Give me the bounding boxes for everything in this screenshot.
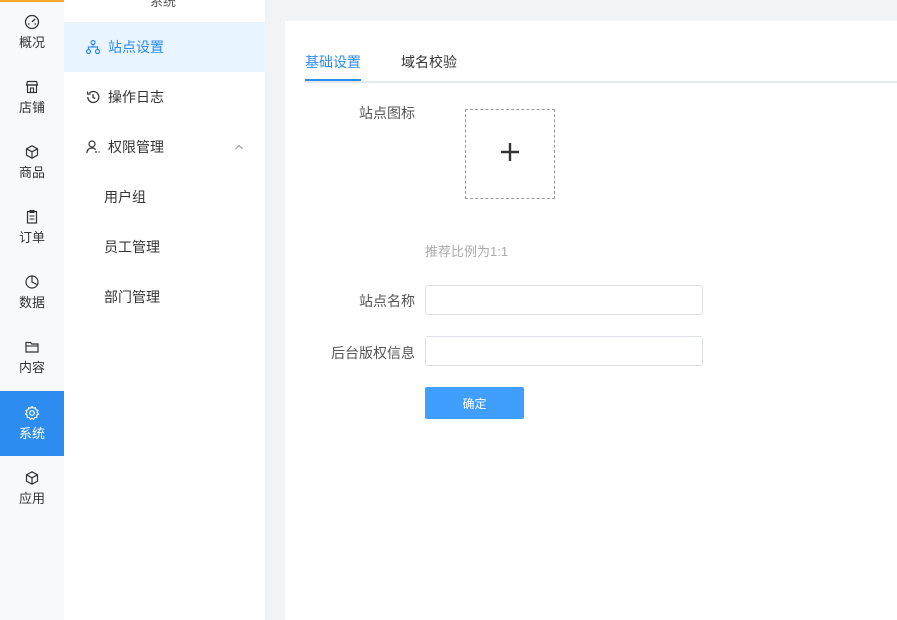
chevron-up-icon[interactable]: [233, 140, 245, 152]
nav-item-label: 内容: [18, 360, 45, 375]
site-icon-label: 站点图标: [359, 105, 415, 121]
tab-basic-settings[interactable]: 基础设置: [305, 52, 361, 81]
submenu-item-staff[interactable]: 员工管理: [64, 222, 265, 272]
active-tab-indicator: [305, 79, 361, 81]
copyright-label: 后台版权信息: [331, 345, 415, 361]
nav-item-orders[interactable]: 订单: [0, 195, 64, 260]
box-icon: [24, 144, 40, 160]
copyright-input[interactable]: [425, 336, 703, 366]
submenu-item-user-groups[interactable]: 用户组: [64, 172, 265, 222]
nav-item-products[interactable]: 商品: [0, 130, 64, 195]
nav-item-store[interactable]: 店铺: [0, 65, 64, 130]
menu-item-label: 权限管理: [108, 139, 164, 155]
nav-item-label: 商品: [18, 165, 45, 180]
nav-item-system[interactable]: 系统: [0, 391, 64, 456]
gear-icon: [24, 405, 40, 421]
user-icon: [85, 139, 101, 155]
nav-item-apps[interactable]: 应用: [0, 456, 64, 521]
settings-panel: 基础设置 域名校验 站点图标 推荐比例为1:1 站点名称 后台版权信息 确定: [285, 21, 897, 620]
primary-nav-rail: 概况 店铺 商品 订单 数据 内容 系统 应用: [0, 0, 64, 620]
submenu-item-label: 员工管理: [104, 239, 160, 255]
nav-item-label: 概况: [18, 35, 45, 50]
menu-item-operation-log[interactable]: 操作日志: [64, 72, 265, 122]
cube-icon: [24, 470, 40, 486]
nav-item-label: 系统: [18, 426, 45, 441]
nav-item-data[interactable]: 数据: [0, 260, 64, 325]
clipboard-icon: [24, 209, 40, 225]
submenu-item-label: 用户组: [104, 189, 146, 205]
menu-item-label: 操作日志: [108, 89, 164, 105]
plus-icon: [499, 141, 521, 168]
dashboard-icon: [24, 14, 40, 30]
menu-item-site-settings[interactable]: 站点设置: [64, 22, 265, 72]
submenu-item-departments[interactable]: 部门管理: [64, 272, 265, 322]
icon-ratio-hint: 推荐比例为1:1: [425, 244, 509, 259]
nav-item-label: 应用: [18, 491, 45, 506]
store-icon: [24, 79, 40, 95]
submenu-title: 系统: [150, 0, 177, 9]
nav-item-label: 订单: [18, 230, 45, 245]
folder-icon: [24, 339, 40, 355]
history-icon: [85, 89, 101, 105]
sitemap-icon: [85, 39, 101, 55]
nav-item-overview[interactable]: 概况: [0, 0, 64, 65]
site-name-input[interactable]: [425, 285, 703, 315]
site-icon-uploader[interactable]: [465, 109, 555, 199]
menu-item-permissions[interactable]: 权限管理: [64, 122, 265, 172]
nav-item-content[interactable]: 内容: [0, 325, 64, 390]
tab-bar: 基础设置 域名校验: [305, 48, 897, 83]
confirm-button[interactable]: 确定: [425, 387, 524, 419]
tab-domain-verification[interactable]: 域名校验: [401, 52, 457, 81]
pie-chart-icon: [24, 274, 40, 290]
nav-item-label: 数据: [18, 295, 45, 310]
site-name-label: 站点名称: [359, 293, 415, 309]
nav-item-label: 店铺: [18, 100, 45, 115]
submenu-item-label: 部门管理: [104, 289, 160, 305]
secondary-menu: 系统 站点设置 操作日志 权限管理 用户组 员工管理 部门管理: [64, 0, 265, 620]
menu-item-label: 站点设置: [108, 39, 164, 55]
